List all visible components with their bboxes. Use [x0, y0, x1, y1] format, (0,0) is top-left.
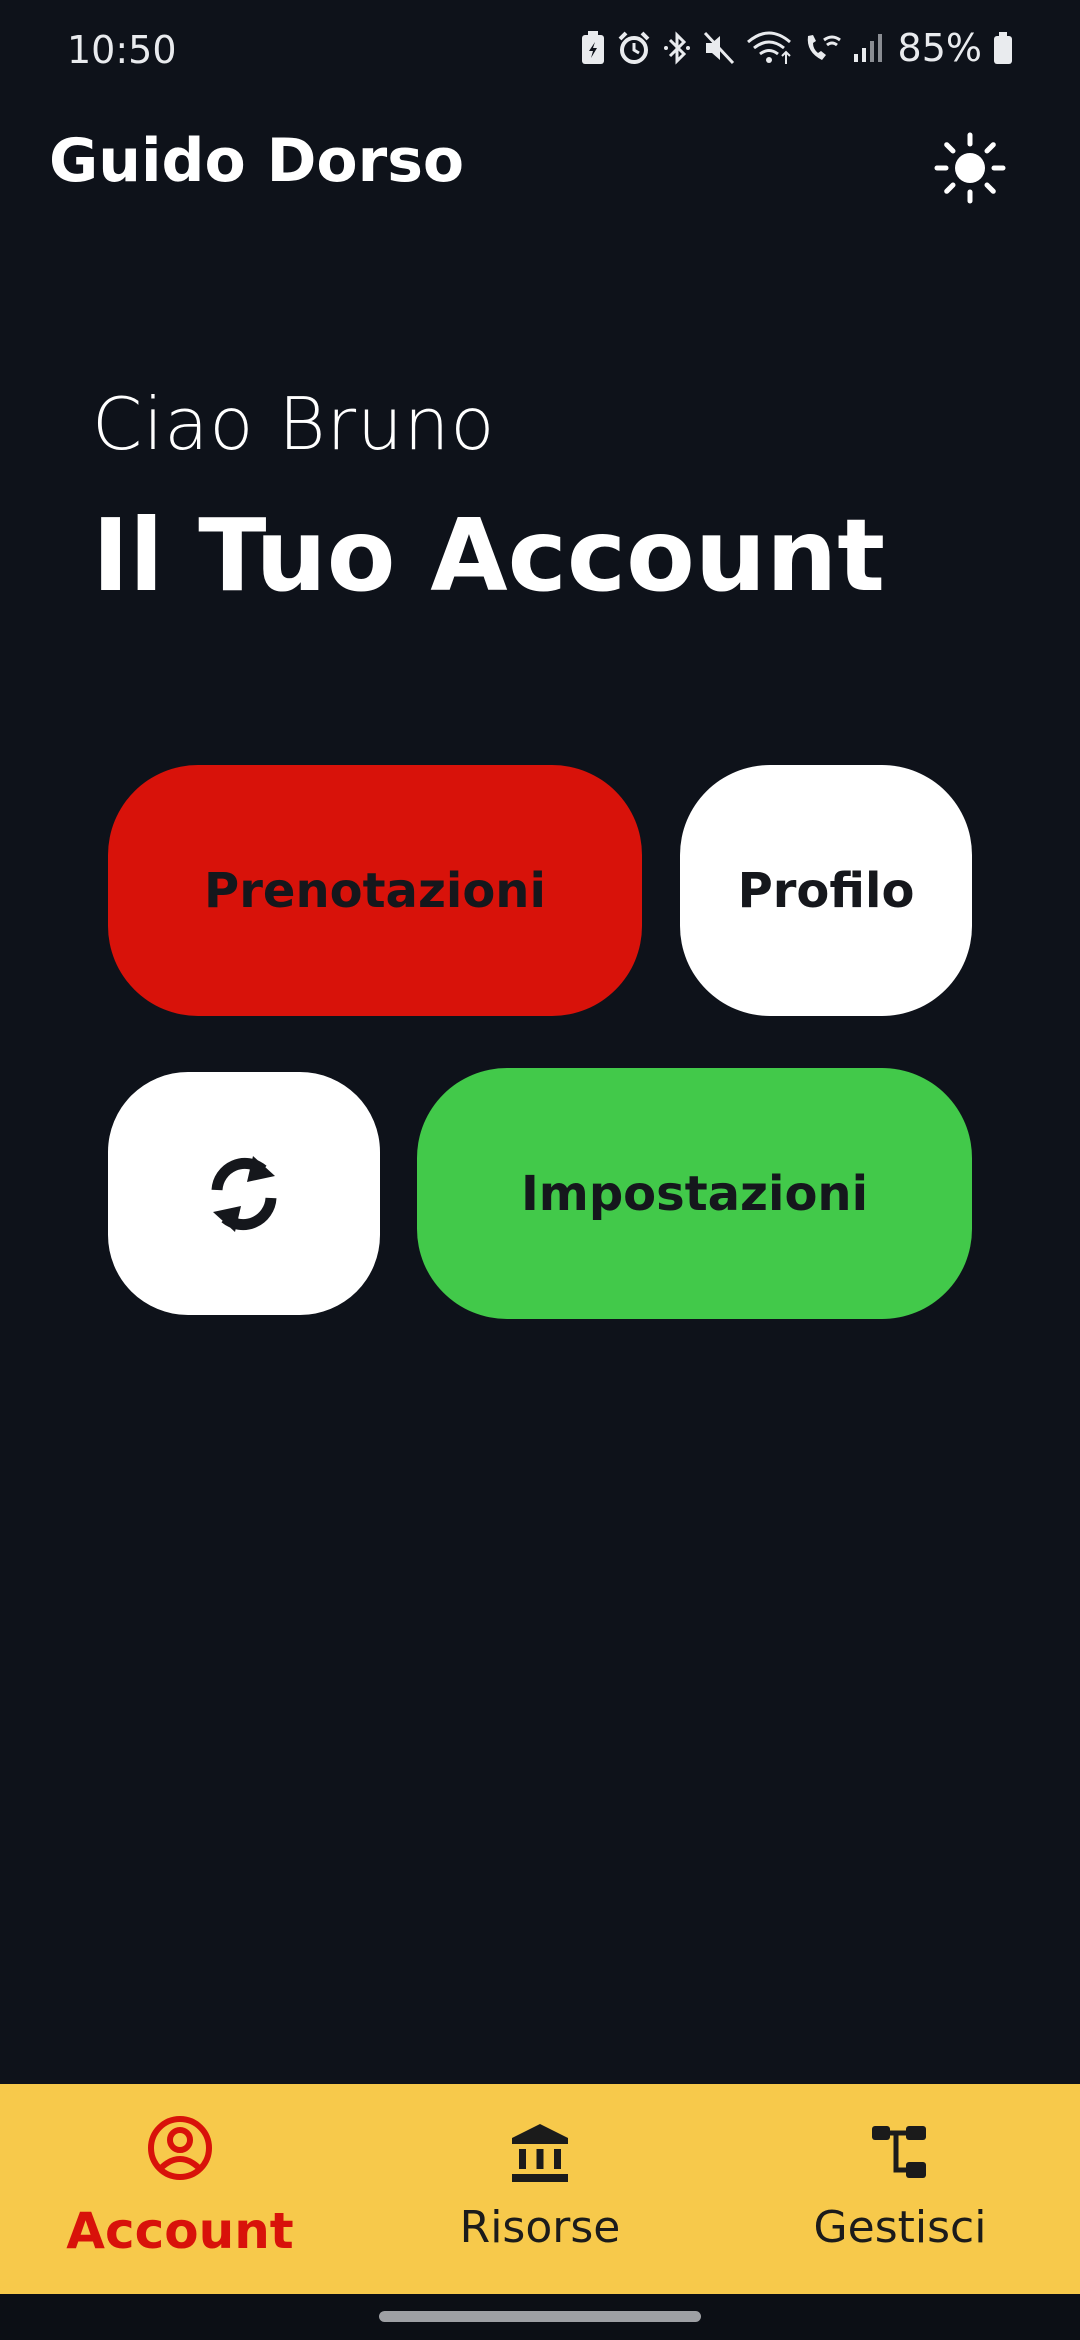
nav-label-gestisci: Gestisci — [813, 2202, 987, 2253]
bottom-navigation: Account Risorse Gestisci — [0, 2084, 1080, 2294]
bank-icon — [512, 2124, 568, 2182]
battery-percentage: 85% — [897, 26, 982, 70]
battery-saver-icon — [581, 31, 604, 64]
tree-icon — [872, 2126, 926, 2178]
wifi-call-icon — [807, 35, 841, 60]
nav-item-gestisci[interactable]: Gestisci — [720, 2084, 1080, 2294]
nav-label-account: Account — [66, 2202, 294, 2260]
nav-item-risorse[interactable]: Risorse — [360, 2084, 720, 2294]
account-circle-icon — [148, 2116, 212, 2180]
theme-toggle-button[interactable] — [930, 128, 1010, 208]
status-icons: 85% — [580, 26, 1014, 70]
settings-label: Impostazioni — [520, 1165, 869, 1222]
bookings-button[interactable]: Prenotazioni — [108, 765, 642, 1016]
refresh-button[interactable] — [108, 1072, 380, 1315]
profile-button[interactable]: Profilo — [680, 765, 972, 1016]
home-indicator[interactable] — [379, 2311, 701, 2322]
nav-label-risorse: Risorse — [459, 2202, 621, 2253]
alarm-icon — [618, 31, 649, 64]
bookings-label: Prenotazioni — [204, 862, 546, 919]
bluetooth-icon — [663, 31, 690, 65]
sun-icon — [934, 132, 1006, 204]
battery-icon — [994, 32, 1012, 64]
refresh-icon — [211, 1155, 277, 1232]
app-title: Guido Dorso — [49, 126, 465, 196]
wifi-icon — [746, 31, 791, 64]
status-time: 10:50 — [67, 28, 177, 72]
profile-label: Profilo — [737, 862, 915, 919]
mute-icon — [703, 31, 734, 65]
settings-button[interactable]: Impostazioni — [417, 1068, 972, 1319]
greeting-text: Ciao Bruno — [92, 382, 496, 466]
nav-item-account[interactable]: Account — [0, 2084, 360, 2294]
page-title: Il Tuo Account — [92, 497, 886, 614]
status-bar: 10:50 85% — [0, 0, 1080, 100]
signal-icon — [853, 34, 882, 62]
